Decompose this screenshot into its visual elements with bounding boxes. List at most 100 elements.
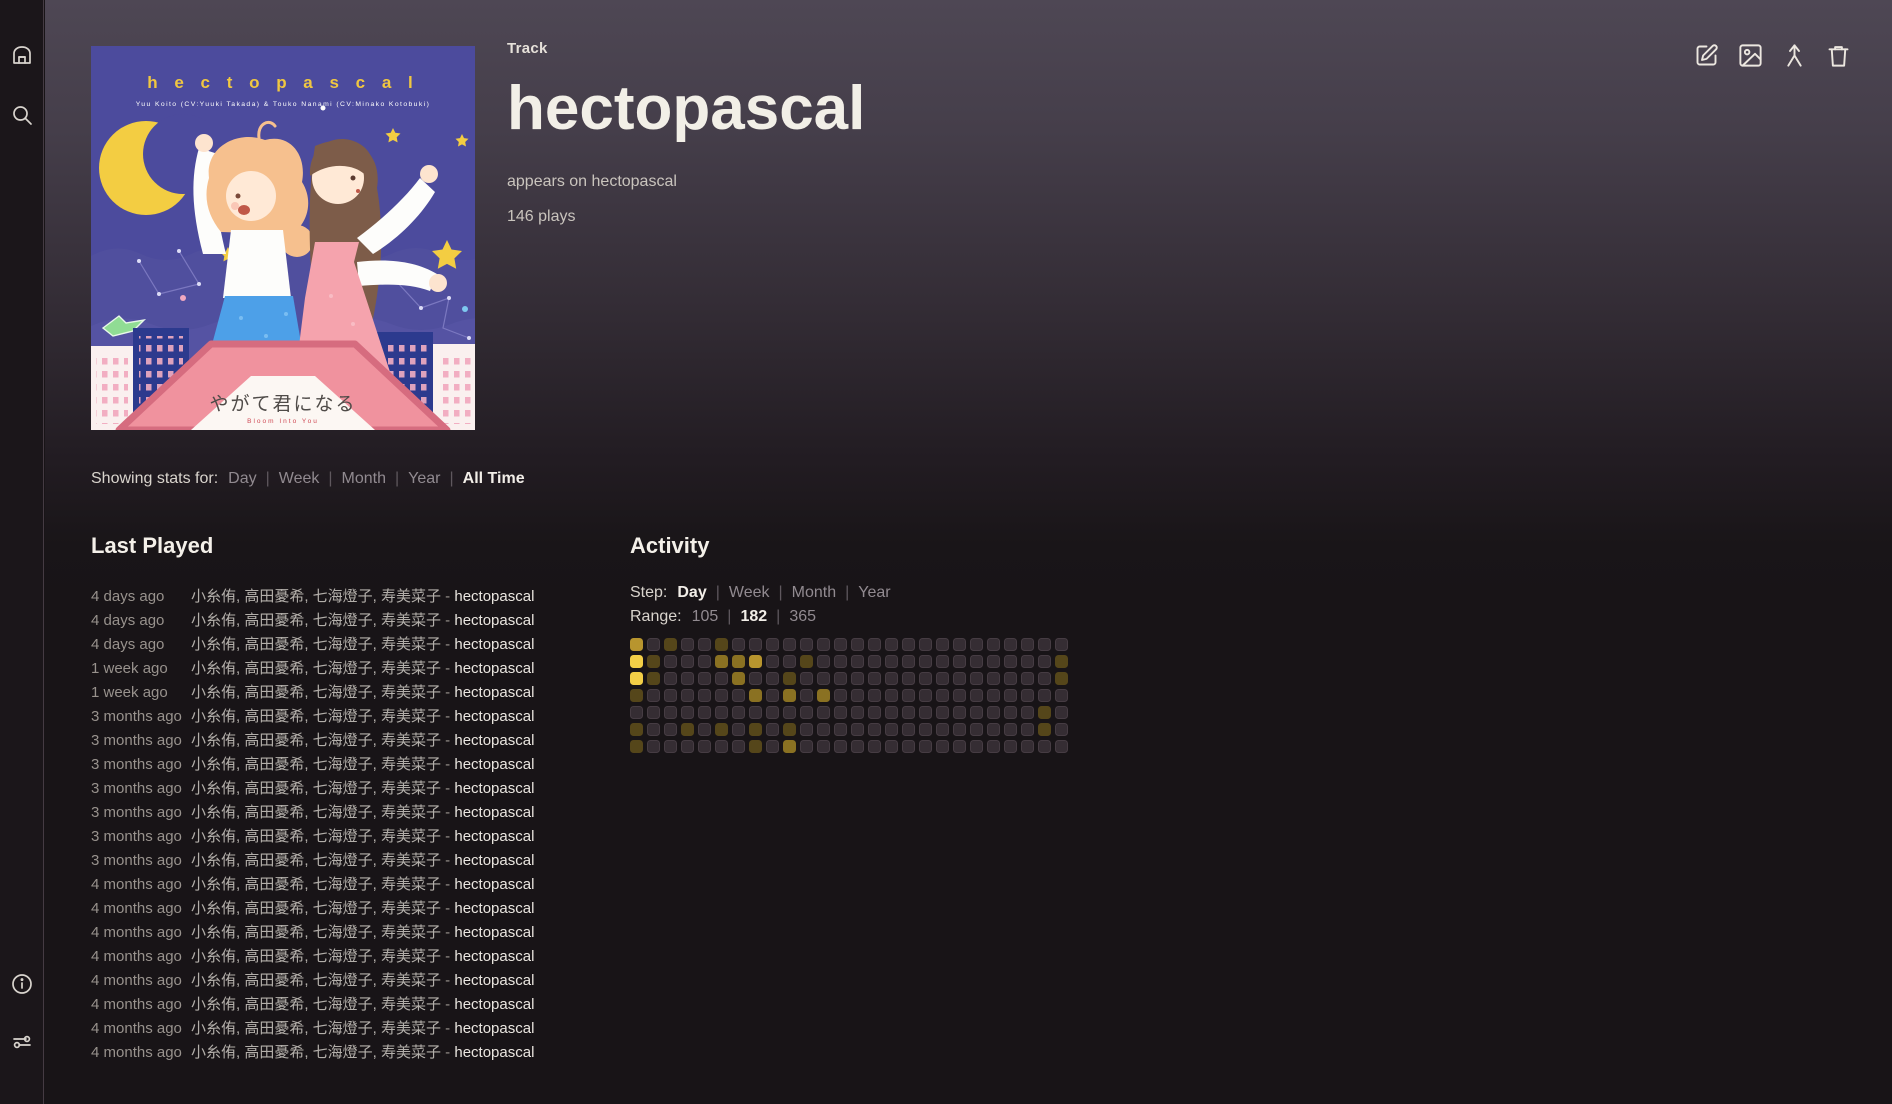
heatmap-cell[interactable] xyxy=(800,672,813,685)
heatmap-cell[interactable] xyxy=(936,689,949,702)
heatmap-cell[interactable] xyxy=(868,723,881,736)
heatmap-cell[interactable] xyxy=(987,655,1000,668)
heatmap-cell[interactable] xyxy=(970,706,983,719)
delete-button[interactable] xyxy=(1825,42,1852,69)
heatmap-cell[interactable] xyxy=(749,689,762,702)
heatmap-cell[interactable] xyxy=(1021,638,1034,651)
heatmap-cell[interactable] xyxy=(987,740,1000,753)
heatmap-cell[interactable] xyxy=(800,638,813,651)
heatmap-cell[interactable] xyxy=(970,723,983,736)
track-link[interactable]: hectopascal xyxy=(454,588,534,605)
heatmap-cell[interactable] xyxy=(800,689,813,702)
heatmap-cell[interactable] xyxy=(970,689,983,702)
heatmap-cell[interactable] xyxy=(800,723,813,736)
option-day[interactable]: Day xyxy=(677,584,706,601)
artist-links[interactable]: 小糸侑, 高田憂希, 七海燈子, 寿美菜子 xyxy=(191,708,441,725)
heatmap-cell[interactable] xyxy=(783,638,796,651)
heatmap-cell[interactable] xyxy=(851,740,864,753)
option-month[interactable]: Month xyxy=(342,470,386,487)
track-link[interactable]: hectopascal xyxy=(454,804,534,821)
artist-links[interactable]: 小糸侑, 高田憂希, 七海燈子, 寿美菜子 xyxy=(191,948,441,965)
heatmap-cell[interactable] xyxy=(902,638,915,651)
heatmap-cell[interactable] xyxy=(766,655,779,668)
option-week[interactable]: Week xyxy=(729,584,770,601)
option-year[interactable]: Year xyxy=(858,584,890,601)
heatmap-cell[interactable] xyxy=(749,740,762,753)
heatmap-cell[interactable] xyxy=(1004,689,1017,702)
artist-links[interactable]: 小糸侑, 高田憂希, 七海燈子, 寿美菜子 xyxy=(191,756,441,773)
track-link[interactable]: hectopascal xyxy=(454,948,534,965)
heatmap-cell[interactable] xyxy=(1055,706,1068,719)
heatmap-cell[interactable] xyxy=(851,723,864,736)
heatmap-cell[interactable] xyxy=(698,672,711,685)
heatmap-cell[interactable] xyxy=(783,723,796,736)
heatmap-cell[interactable] xyxy=(936,655,949,668)
heatmap-cell[interactable] xyxy=(868,638,881,651)
option-month[interactable]: Month xyxy=(792,584,836,601)
heatmap-cell[interactable] xyxy=(953,672,966,685)
heatmap-cell[interactable] xyxy=(800,655,813,668)
heatmap-cell[interactable] xyxy=(885,672,898,685)
heatmap-cell[interactable] xyxy=(766,740,779,753)
track-link[interactable]: hectopascal xyxy=(454,780,534,797)
heatmap-cell[interactable] xyxy=(936,723,949,736)
artist-links[interactable]: 小糸侑, 高田憂希, 七海燈子, 寿美菜子 xyxy=(191,660,441,677)
artist-links[interactable]: 小糸侑, 高田憂希, 七海燈子, 寿美菜子 xyxy=(191,852,441,869)
option-day[interactable]: Day xyxy=(228,470,256,487)
heatmap-cell[interactable] xyxy=(1038,706,1051,719)
heatmap-cell[interactable] xyxy=(885,740,898,753)
heatmap-cell[interactable] xyxy=(885,655,898,668)
heatmap-cell[interactable] xyxy=(834,655,847,668)
heatmap-cell[interactable] xyxy=(630,723,643,736)
option-week[interactable]: Week xyxy=(279,470,320,487)
heatmap-cell[interactable] xyxy=(1021,689,1034,702)
heatmap-cell[interactable] xyxy=(919,638,932,651)
heatmap-cell[interactable] xyxy=(868,672,881,685)
heatmap-cell[interactable] xyxy=(1055,689,1068,702)
heatmap-cell[interactable] xyxy=(715,723,728,736)
heatmap-cell[interactable] xyxy=(834,672,847,685)
heatmap-cell[interactable] xyxy=(630,638,643,651)
heatmap-cell[interactable] xyxy=(800,740,813,753)
artist-links[interactable]: 小糸侑, 高田憂希, 七海燈子, 寿美菜子 xyxy=(191,996,441,1013)
heatmap-cell[interactable] xyxy=(885,706,898,719)
track-link[interactable]: hectopascal xyxy=(454,1044,534,1061)
heatmap-cell[interactable] xyxy=(834,638,847,651)
heatmap-cell[interactable] xyxy=(953,723,966,736)
heatmap-cell[interactable] xyxy=(664,672,677,685)
track-link[interactable]: hectopascal xyxy=(454,828,534,845)
heatmap-cell[interactable] xyxy=(630,689,643,702)
track-link[interactable]: hectopascal xyxy=(454,1020,534,1037)
heatmap-cell[interactable] xyxy=(749,706,762,719)
heatmap-cell[interactable] xyxy=(783,672,796,685)
heatmap-cell[interactable] xyxy=(936,638,949,651)
album-link[interactable]: hectopascal xyxy=(592,173,677,190)
artist-links[interactable]: 小糸侑, 高田憂希, 七海燈子, 寿美菜子 xyxy=(191,924,441,941)
artist-links[interactable]: 小糸侑, 高田憂希, 七海燈子, 寿美菜子 xyxy=(191,1044,441,1061)
track-link[interactable]: hectopascal xyxy=(454,876,534,893)
heatmap-cell[interactable] xyxy=(902,689,915,702)
option-365[interactable]: 365 xyxy=(789,608,816,625)
heatmap-cell[interactable] xyxy=(681,672,694,685)
heatmap-cell[interactable] xyxy=(902,672,915,685)
edit-button[interactable] xyxy=(1693,42,1720,69)
heatmap-cell[interactable] xyxy=(970,638,983,651)
heatmap-cell[interactable] xyxy=(1004,723,1017,736)
heatmap-cell[interactable] xyxy=(885,723,898,736)
heatmap-cell[interactable] xyxy=(1004,655,1017,668)
heatmap-cell[interactable] xyxy=(919,706,932,719)
heatmap-cell[interactable] xyxy=(834,723,847,736)
heatmap-cell[interactable] xyxy=(630,672,643,685)
heatmap-cell[interactable] xyxy=(885,689,898,702)
heatmap-cell[interactable] xyxy=(630,706,643,719)
heatmap-cell[interactable] xyxy=(1021,672,1034,685)
heatmap-cell[interactable] xyxy=(1004,638,1017,651)
heatmap-cell[interactable] xyxy=(953,706,966,719)
heatmap-cell[interactable] xyxy=(800,706,813,719)
heatmap-cell[interactable] xyxy=(698,740,711,753)
heatmap-cell[interactable] xyxy=(817,638,830,651)
track-link[interactable]: hectopascal xyxy=(454,612,534,629)
heatmap-cell[interactable] xyxy=(698,706,711,719)
heatmap-cell[interactable] xyxy=(851,638,864,651)
artist-links[interactable]: 小糸侑, 高田憂希, 七海燈子, 寿美菜子 xyxy=(191,612,441,629)
